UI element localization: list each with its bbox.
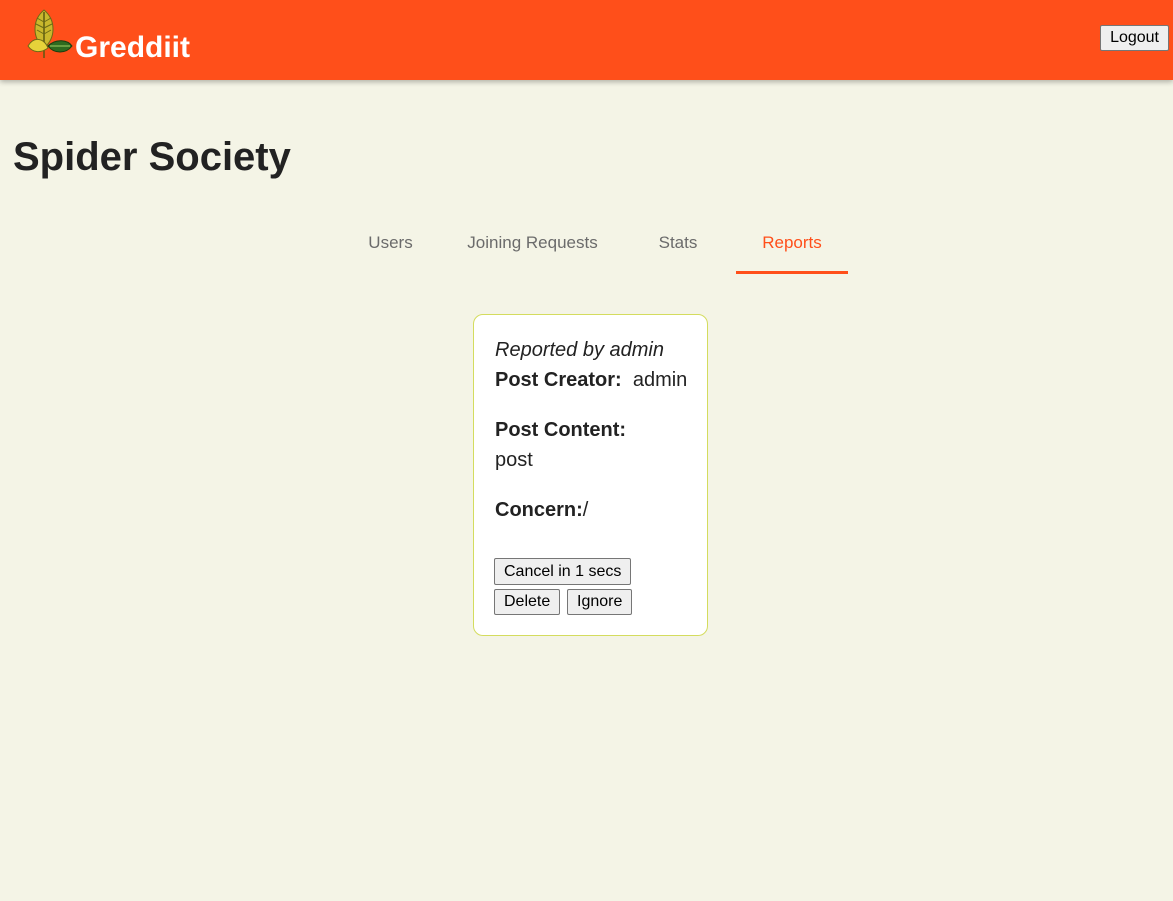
app-header: Greddiit Logout	[0, 0, 1173, 80]
concern-value: /	[582, 499, 589, 521]
concern-row: Concern:/	[495, 497, 588, 523]
tab-stats[interactable]: Stats	[628, 218, 728, 274]
cancel-button[interactable]: Cancel in 1 secs	[494, 558, 632, 585]
tab-reports[interactable]: Reports	[736, 218, 848, 274]
tab-bar: Users Joining Requests Stats Reports	[342, 218, 848, 274]
page-title: Spider Society	[13, 135, 291, 179]
post-content-label: Post Content:	[495, 419, 627, 441]
leaf-logo-icon	[27, 9, 73, 58]
ignore-button[interactable]: Ignore	[567, 589, 633, 615]
post-creator-row: Post Creator: admin	[495, 367, 687, 393]
concern-label: Concern:	[495, 499, 583, 521]
tab-users[interactable]: Users	[342, 218, 439, 274]
post-creator-value: admin	[632, 369, 688, 391]
reported-by-text: Reported by admin	[495, 339, 664, 361]
delete-button[interactable]: Delete	[494, 589, 561, 615]
post-creator-label: Post Creator:	[495, 369, 622, 391]
post-content-value: post	[495, 449, 533, 471]
brand-name[interactable]: Greddiit	[75, 30, 190, 66]
logout-button[interactable]: Logout	[1100, 25, 1169, 51]
tab-joining-requests[interactable]: Joining Requests	[439, 218, 626, 274]
report-card: Reported by admin Post Creator: admin Po…	[473, 314, 708, 636]
